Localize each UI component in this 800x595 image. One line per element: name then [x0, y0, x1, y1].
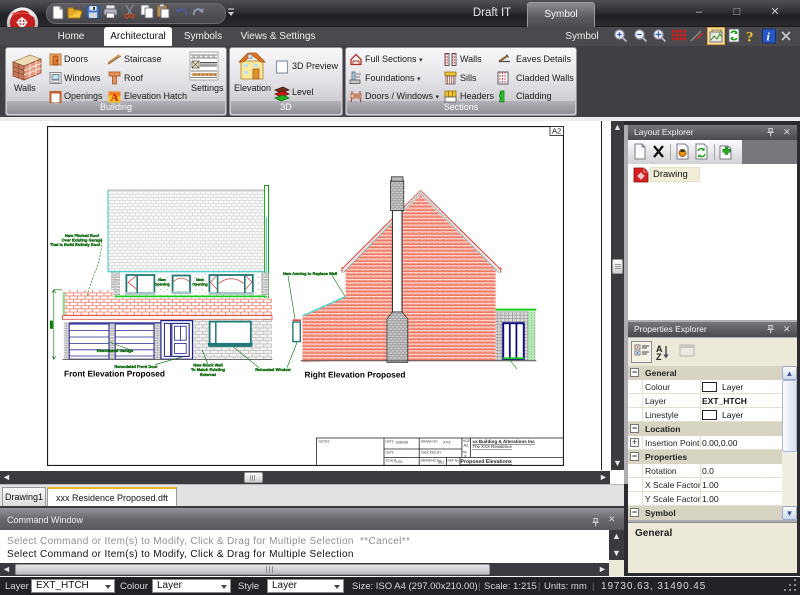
svg-text:The XXX Residence: The XXX Residence	[472, 444, 512, 449]
svg-text:DRAWN BY: DRAWN BY	[421, 439, 439, 443]
svg-text:Remodeled Front Door: Remodeled Front Door	[114, 364, 158, 369]
svg-text:DATE: DATE	[386, 439, 394, 443]
svg-text:CHECKED BY: CHECKED BY	[421, 450, 443, 454]
svg-text:A2: A2	[464, 443, 470, 448]
svg-text:That Is Build Entirely Roof: That Is Build Entirely Roof	[50, 242, 101, 247]
svg-text:A: A	[111, 92, 119, 103]
svg-text:New: New	[196, 278, 204, 282]
svg-text:?: ?	[746, 30, 754, 46]
svg-text:NOTES: NOTES	[319, 439, 330, 443]
svg-text:DATE: DATE	[386, 450, 394, 454]
svg-text:REF No.: REF No.	[448, 459, 460, 463]
svg-text:A2: A2	[552, 127, 561, 136]
svg-text:001: 001	[438, 460, 444, 464]
svg-text:Front Elevation Proposed: Front Elevation Proposed	[64, 369, 165, 379]
svg-text:XXX: XXX	[443, 441, 451, 445]
svg-text:Relocated Window: Relocated Window	[255, 367, 291, 372]
svg-text:Opening: Opening	[154, 283, 170, 287]
svg-text:Opening: Opening	[192, 283, 208, 287]
svg-text:New Awning to Replace Wall: New Awning to Replace Wall	[283, 271, 337, 276]
svg-text:1995/99: 1995/99	[395, 440, 408, 444]
svg-text:Proposed Elevations: Proposed Elevations	[461, 459, 512, 465]
svg-text:Right Elevation Proposed: Right Elevation Proposed	[305, 369, 406, 379]
svg-text:External: External	[200, 372, 216, 377]
svg-text:New: New	[158, 278, 166, 282]
svg-text:1.50: 1.50	[395, 460, 402, 464]
svg-text:Z: Z	[656, 352, 662, 362]
